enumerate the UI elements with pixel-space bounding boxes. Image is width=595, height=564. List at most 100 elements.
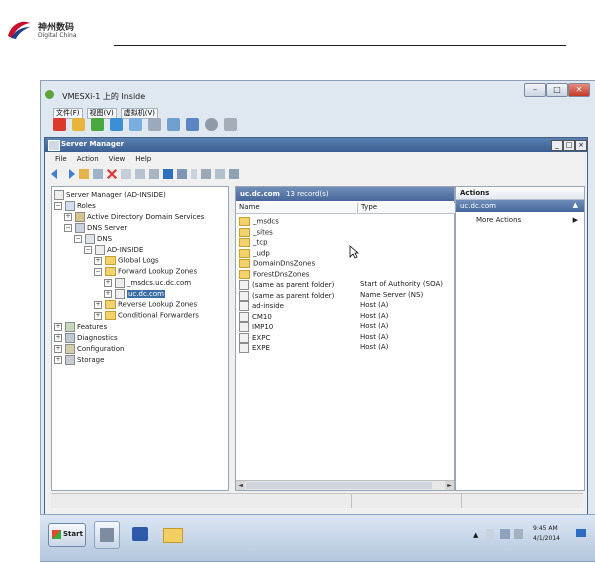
list-view-icon[interactable] [215, 169, 225, 179]
list-item[interactable]: ad-inside Host (A) [239, 301, 451, 311]
record-name: ad-inside [252, 302, 284, 310]
power-on-icon[interactable] [91, 118, 104, 131]
refresh-icon[interactable] [135, 169, 145, 179]
record-name: (same as parent folder) [252, 291, 335, 300]
folder-icon [239, 217, 250, 226]
status-bar [51, 493, 583, 508]
back-icon[interactable] [51, 169, 57, 179]
folder-icon [239, 269, 250, 279]
list-item[interactable]: _udp [239, 248, 451, 259]
suspend-icon[interactable] [72, 118, 85, 131]
tree-node-ad-inside[interactable]: − AD-INSIDE [84, 245, 143, 255]
features-icon [65, 322, 75, 332]
dns-record-icon [239, 280, 249, 290]
server-icon[interactable] [201, 169, 211, 179]
scroll-right-icon[interactable]: ► [445, 481, 454, 490]
scroll-left-icon[interactable]: ◄ [236, 481, 245, 490]
filter-icon[interactable] [229, 169, 239, 179]
up-folder-icon[interactable] [79, 169, 89, 179]
tree-node-diagnostics[interactable]: + Diagnostics [54, 333, 118, 343]
folder-icon [105, 256, 116, 265]
record-type: Name Server (NS) [360, 290, 424, 299]
zone-icon [115, 278, 125, 288]
tree-node-dns[interactable]: − DNS [74, 234, 112, 244]
show-hide-tree-icon[interactable] [93, 169, 103, 179]
tree-node-reverse-lookup-zones[interactable]: + Reverse Lookup Zones [94, 300, 197, 310]
revert-icon[interactable] [148, 118, 161, 131]
delete-icon[interactable] [107, 169, 117, 179]
scrollbar-thumb[interactable] [246, 482, 432, 489]
vm-maximize-button[interactable]: □ [546, 83, 568, 97]
settings-icon[interactable] [205, 118, 218, 131]
dns-server-icon [75, 223, 85, 233]
list-item[interactable]: _msdcs [239, 217, 451, 227]
vm-toolbar [53, 116, 243, 134]
tree-node-global-logs[interactable]: + Global Logs [94, 256, 159, 266]
column-header-type[interactable]: Type [357, 203, 455, 214]
actions-selected-item[interactable]: uc.dc.com ▲ [456, 200, 584, 212]
folder-icon [105, 311, 116, 320]
tree-node-dns-server[interactable]: − DNS Server [64, 223, 127, 233]
record-type: Host (A) [360, 301, 389, 309]
forward-icon[interactable] [69, 169, 75, 179]
sm-minimize-button[interactable]: _ [551, 140, 563, 151]
column-header-name[interactable]: Name [236, 203, 356, 214]
tree-node-root[interactable]: Server Manager (AD-INSIDE) [54, 190, 166, 200]
horizontal-scrollbar[interactable]: ◄ ► [236, 480, 454, 490]
snapshot-icon[interactable] [129, 118, 142, 131]
tree-node-conditional-forwarders[interactable]: + Conditional Forwarders [94, 311, 199, 321]
network-icon[interactable] [224, 118, 237, 131]
tree-node-ad-ds[interactable]: + Active Directory Domain Services [64, 212, 204, 222]
list-item[interactable]: _sites [239, 227, 451, 238]
record-name: ForestDnsZones [253, 270, 310, 278]
sm-maximize-button[interactable]: □ [563, 140, 575, 151]
server-manager-node-icon [54, 190, 64, 200]
separator-icon [191, 169, 197, 179]
tree-node-features[interactable]: + Features [54, 322, 107, 332]
tree-node-configuration[interactable]: + Configuration [54, 344, 124, 354]
diagnostics-icon [65, 333, 75, 343]
devices-icon[interactable] [186, 118, 199, 131]
tree-node-msdcs-zone[interactable]: + _msdcs.uc.dc.com [104, 278, 191, 288]
list-item[interactable]: DomainDnsZones [239, 259, 451, 269]
sm-close-button[interactable]: × [575, 140, 587, 151]
menu-action[interactable]: Action [77, 155, 99, 163]
mouse-cursor-icon [349, 245, 359, 259]
list-item[interactable]: ForestDnsZones [239, 269, 451, 280]
list-item[interactable]: CM10 Host (A) [239, 311, 451, 322]
export-list-icon[interactable] [149, 169, 159, 179]
menu-help[interactable]: Help [135, 155, 151, 163]
folder-icon [105, 300, 116, 309]
configuration-icon [65, 344, 75, 354]
collapse-icon[interactable]: ▲ [573, 201, 578, 210]
vm-minimize-button[interactable]: – [524, 83, 546, 97]
digital-china-logo [8, 21, 30, 39]
list-item[interactable]: IMP10 Host (A) [239, 322, 451, 332]
manager-icon[interactable] [167, 118, 180, 131]
list-item[interactable]: (same as parent folder) Start of Authorit… [239, 280, 451, 290]
menu-file[interactable]: File [55, 155, 67, 163]
record-type: Start of Authority (SOA) [360, 280, 444, 288]
more-actions-item[interactable]: More Actions ▶ [456, 215, 584, 226]
reset-icon[interactable] [110, 118, 123, 131]
console-icon[interactable] [177, 169, 187, 179]
tree-node-uc-dc-com[interactable]: + uc.dc.com [104, 289, 165, 299]
vm-close-button[interactable]: ✕ [568, 83, 590, 97]
power-off-icon[interactable] [53, 118, 66, 131]
list-item[interactable]: EXPC Host (A) [239, 332, 451, 343]
tree-node-roles[interactable]: − Roles [54, 201, 96, 211]
record-name: _sites [253, 228, 273, 236]
record-name: DomainDnsZones [253, 259, 316, 268]
list-item[interactable]: EXPE Host (A) [239, 343, 451, 353]
menu-view[interactable]: View [109, 155, 126, 163]
list-item[interactable]: (same as parent folder) Name Server (NS) [239, 290, 451, 301]
tree-node-storage[interactable]: + Storage [54, 355, 104, 365]
record-name: _msdcs [253, 217, 279, 226]
actions-header: Actions [456, 187, 584, 200]
help-icon[interactable] [163, 169, 173, 179]
properties-icon[interactable] [121, 169, 131, 179]
submenu-arrow-icon: ▶ [572, 216, 578, 224]
list-item[interactable]: _tcp [239, 238, 451, 248]
record-name: _udp [253, 249, 270, 257]
tree-node-forward-lookup-zones[interactable]: − Forward Lookup Zones [94, 267, 197, 277]
